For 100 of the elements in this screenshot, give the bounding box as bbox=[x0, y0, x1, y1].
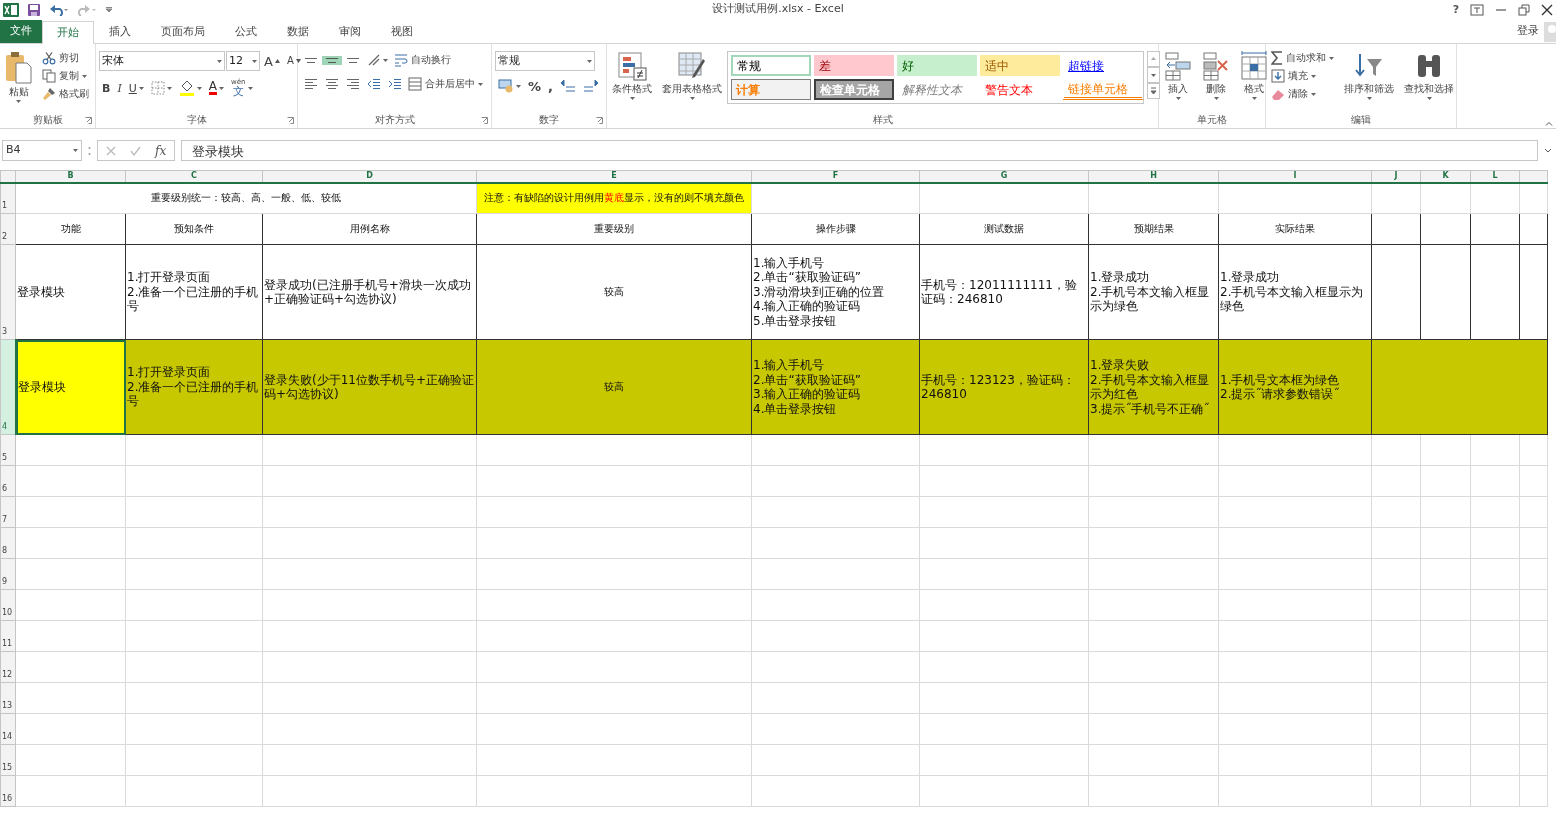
conditional-table-icon bbox=[617, 51, 647, 81]
row-header[interactable]: 9 bbox=[0, 558, 16, 590]
format-button[interactable]: 格式 bbox=[1238, 49, 1270, 102]
cell-style[interactable]: 好 bbox=[897, 55, 977, 76]
bold-button[interactable]: B bbox=[99, 80, 114, 96]
column-heading: 测试数据 bbox=[919, 213, 1089, 245]
row-header[interactable]: 11 bbox=[0, 620, 16, 652]
ribbon-tab[interactable]: 开始 bbox=[42, 21, 94, 44]
caret-icon bbox=[1311, 74, 1316, 78]
copy-icon bbox=[42, 69, 56, 83]
help-button[interactable]: ? bbox=[1452, 4, 1460, 15]
row-header[interactable]: 14 bbox=[0, 713, 16, 745]
align-middle-button[interactable] bbox=[322, 55, 342, 65]
row-header[interactable]: 7 bbox=[0, 496, 16, 528]
table-cell: 1.打开登录页面 2.准备一个已注册的手机号 bbox=[125, 244, 263, 340]
redo-icon bbox=[76, 3, 97, 16]
formula-field[interactable]: 登录模块 bbox=[181, 140, 1538, 161]
cell-style[interactable]: 警告文本 bbox=[980, 79, 1060, 100]
column-header[interactable]: D bbox=[262, 170, 477, 183]
row-header[interactable]: 3 bbox=[0, 244, 16, 340]
accounting-button[interactable] bbox=[495, 77, 524, 95]
save-icon bbox=[26, 2, 41, 17]
shrink-font-button[interactable]: A bbox=[283, 54, 304, 68]
fill-button[interactable]: 填充 bbox=[1269, 67, 1336, 85]
ribbon-tab[interactable]: 文件 bbox=[0, 20, 42, 43]
underline-button[interactable]: U bbox=[125, 80, 147, 96]
clear-button[interactable]: 清除 bbox=[1269, 85, 1336, 103]
wrap-text-button[interactable]: 自动换行 bbox=[392, 51, 453, 69]
paste-button[interactable]: 粘贴 bbox=[3, 49, 34, 105]
dialog-launcher-icon bbox=[481, 117, 488, 124]
comma-button[interactable]: , bbox=[545, 77, 556, 95]
column-header[interactable]: J bbox=[1371, 170, 1421, 183]
merge-cells-icon bbox=[408, 77, 422, 91]
undo-icon bbox=[48, 3, 69, 16]
autosum-button[interactable]: 自动求和 bbox=[1269, 49, 1336, 67]
ribbon-tab[interactable]: 审阅 bbox=[324, 20, 376, 43]
row-header[interactable]: 12 bbox=[0, 651, 16, 683]
group-label: 字体 bbox=[186, 114, 207, 125]
ribbon-tab[interactable]: 公式 bbox=[220, 20, 272, 43]
cell-style[interactable]: 差 bbox=[814, 55, 894, 76]
dropdown-field[interactable]: 宋体 bbox=[99, 51, 225, 71]
row-header[interactable]: 10 bbox=[0, 589, 16, 621]
cell-style[interactable]: 适中 bbox=[980, 55, 1060, 76]
font-size-field[interactable]: 12 bbox=[226, 51, 260, 71]
row-header[interactable]: 6 bbox=[0, 465, 16, 497]
row-header[interactable]: 13 bbox=[0, 682, 16, 714]
sign-in-link[interactable]: 登录 bbox=[1516, 23, 1539, 40]
restore-icon bbox=[1518, 3, 1531, 16]
row-header[interactable]: 1 bbox=[0, 182, 16, 214]
row-header[interactable]: 5 bbox=[0, 434, 16, 466]
caret-icon bbox=[1366, 97, 1372, 100]
column-header[interactable]: F bbox=[751, 170, 920, 183]
row-header[interactable]: 16 bbox=[0, 775, 16, 807]
column-header[interactable]: G bbox=[919, 170, 1089, 183]
column-header[interactable]: L bbox=[1470, 170, 1520, 183]
name-box[interactable]: B4 bbox=[2, 140, 82, 161]
cut-button[interactable]: 剪切 bbox=[40, 49, 91, 67]
ribbon-tab[interactable]: 插入 bbox=[94, 20, 146, 43]
row-header[interactable]: 8 bbox=[0, 527, 16, 559]
column-header[interactable]: C bbox=[125, 170, 263, 183]
font-color-button[interactable]: A bbox=[205, 79, 228, 97]
column-header[interactable]: I bbox=[1218, 170, 1372, 183]
minimize-icon bbox=[1495, 8, 1508, 11]
table-cell: 1.登录失败 2.手机号本文输入框显示为红色 3.提示˝手机号不正确˝ bbox=[1088, 339, 1219, 435]
ribbon-tab[interactable]: 页面布局 bbox=[146, 20, 220, 43]
caret-icon bbox=[1329, 56, 1334, 60]
grow-font-button[interactable]: A bbox=[261, 52, 283, 70]
sort-filter-button[interactable]: 排序和筛选 bbox=[1342, 49, 1396, 102]
copy-button[interactable]: 复制 bbox=[40, 67, 91, 85]
drag-handle-icon bbox=[88, 145, 91, 156]
delete-button[interactable]: 删除 bbox=[1200, 49, 1232, 102]
row-header[interactable]: 15 bbox=[0, 744, 16, 776]
ribbon-tab[interactable]: 视图 bbox=[376, 20, 428, 43]
cell-size-icon bbox=[1240, 51, 1268, 81]
row-header[interactable]: 2 bbox=[0, 213, 16, 245]
insert-function-button[interactable]: fx bbox=[155, 141, 167, 160]
merge-center-button[interactable]: 合并后居中 bbox=[406, 75, 485, 93]
up-caret-icon bbox=[274, 59, 280, 63]
borders-icon bbox=[150, 81, 165, 95]
caret-icon bbox=[587, 59, 592, 63]
column-header[interactable]: B bbox=[15, 170, 126, 183]
format-table-button[interactable]: 套用表格格式 bbox=[660, 49, 724, 102]
decrease-indent-icon bbox=[367, 78, 381, 90]
format-painter-button[interactable]: 格式刷 bbox=[40, 85, 91, 103]
italic-button[interactable]: I bbox=[114, 80, 125, 96]
column-header[interactable]: E bbox=[476, 170, 752, 183]
conditional-format-button[interactable]: 条件格式 bbox=[610, 49, 654, 102]
find-select-button[interactable]: 查找和选择 bbox=[1402, 49, 1456, 102]
dropdown-field[interactable]: 常规 bbox=[495, 51, 595, 71]
cell-style[interactable]: 超链接 bbox=[1063, 55, 1143, 76]
percent-button[interactable]: % bbox=[525, 77, 545, 95]
column-header[interactable]: H bbox=[1088, 170, 1219, 183]
collapse-ribbon-icon bbox=[1545, 121, 1553, 126]
column-header[interactable]: K bbox=[1420, 170, 1471, 183]
insert-button[interactable]: 插入 bbox=[1162, 49, 1194, 102]
ribbon-tab[interactable]: 数据 bbox=[272, 20, 324, 43]
table-cell: 1.登录成功 2.手机号本文输入框显示为绿色 bbox=[1218, 244, 1372, 340]
cell-style[interactable]: 解释性文本 bbox=[897, 79, 977, 100]
cell-style[interactable]: 常规 bbox=[731, 55, 811, 76]
row-header[interactable]: 4 bbox=[0, 339, 16, 435]
